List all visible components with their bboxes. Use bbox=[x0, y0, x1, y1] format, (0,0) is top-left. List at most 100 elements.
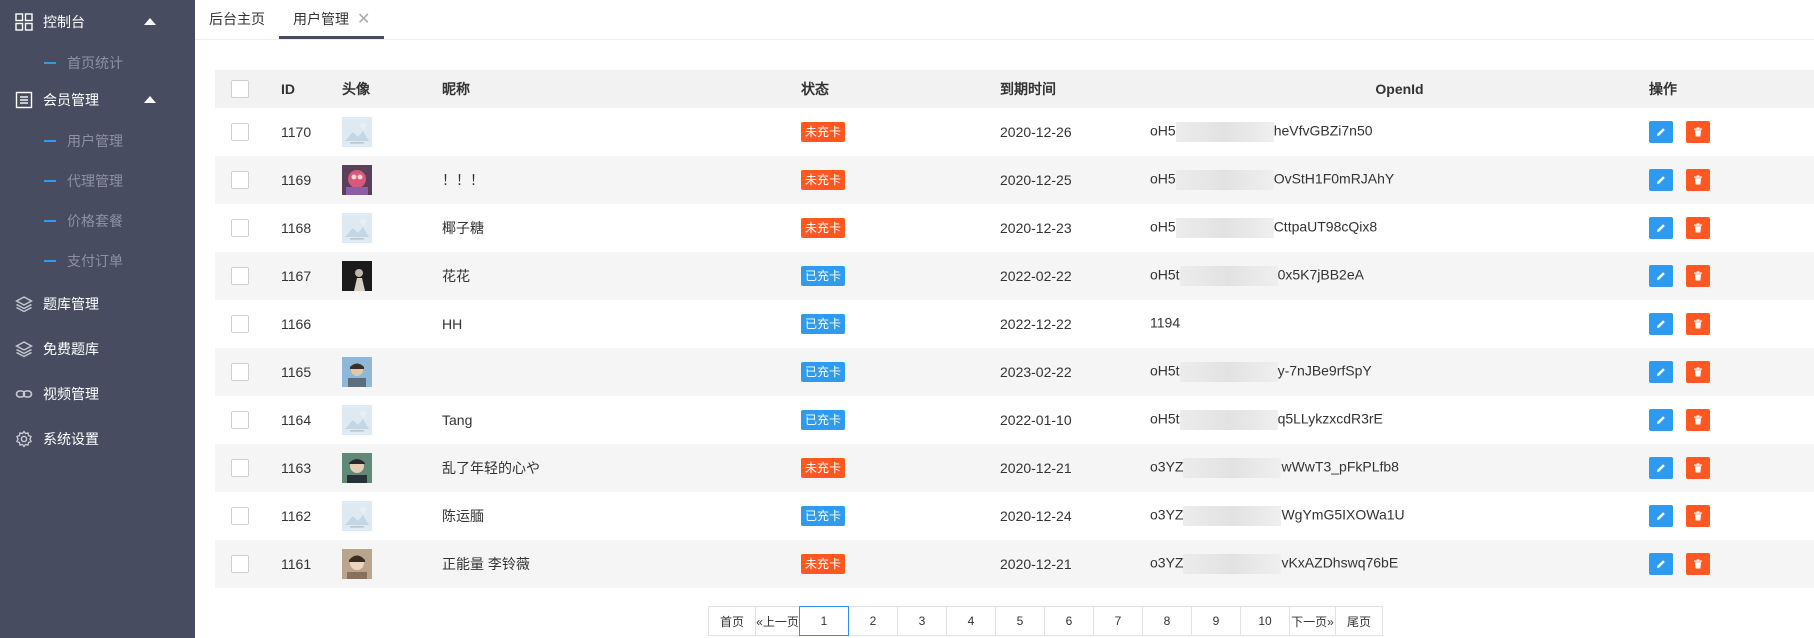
row-checkbox[interactable] bbox=[231, 219, 249, 238]
edit-button[interactable] bbox=[1649, 409, 1673, 431]
page-last[interactable]: 尾页 bbox=[1335, 606, 1383, 636]
edit-button[interactable] bbox=[1649, 217, 1673, 239]
cell-expire: 2020-12-24 bbox=[1000, 508, 1072, 524]
status-badge: 已充卡 bbox=[801, 362, 846, 382]
dash-icon bbox=[44, 180, 56, 182]
row-checkbox[interactable] bbox=[231, 171, 249, 190]
nav-question-bank[interactable]: 题库管理 bbox=[0, 281, 195, 326]
delete-button[interactable] bbox=[1686, 457, 1710, 479]
edit-button[interactable] bbox=[1649, 121, 1673, 143]
page-number[interactable]: 1 bbox=[799, 606, 849, 636]
edit-button[interactable] bbox=[1649, 313, 1673, 335]
pencil-icon bbox=[1657, 560, 1665, 568]
row-checkbox[interactable] bbox=[231, 555, 249, 574]
layers-icon bbox=[14, 339, 34, 359]
sidebar-item-agents[interactable]: 代理管理 bbox=[0, 161, 195, 201]
page-number[interactable]: 4 bbox=[946, 606, 996, 636]
tab-home[interactable]: 后台主页 bbox=[195, 0, 279, 39]
delete-button[interactable] bbox=[1686, 361, 1710, 383]
redacted-block bbox=[1179, 362, 1278, 382]
close-icon[interactable]: ✕ bbox=[357, 9, 370, 29]
delete-button[interactable] bbox=[1686, 217, 1710, 239]
cell-expire: 2020-12-21 bbox=[1000, 444, 1150, 492]
delete-button[interactable] bbox=[1686, 505, 1710, 527]
delete-button[interactable] bbox=[1686, 121, 1710, 143]
cell-openid: oH5t q5LLykzxcdR3rE bbox=[1150, 396, 1649, 444]
select-all-checkbox[interactable] bbox=[231, 80, 249, 99]
page-prev[interactable]: «上一页 bbox=[755, 606, 800, 636]
page-number[interactable]: 8 bbox=[1142, 606, 1192, 636]
nav-member[interactable]: 会员管理 bbox=[0, 83, 195, 117]
cell-nickname: 乱了年轻的心や bbox=[442, 444, 801, 492]
edit-button[interactable] bbox=[1649, 505, 1673, 527]
cell-nickname: 陈运腼 bbox=[442, 508, 484, 524]
page-number[interactable]: 10 bbox=[1240, 606, 1290, 636]
sidebar-item-users[interactable]: 用户管理 bbox=[0, 121, 195, 161]
main-content: 后台主页 用户管理 ✕ ID 头像 昵称 状态 到期时间 OpenId 操作 1… bbox=[195, 0, 1814, 638]
sidebar-item-label: 用户管理 bbox=[67, 133, 123, 149]
edit-button[interactable] bbox=[1649, 553, 1673, 575]
gear-icon bbox=[14, 429, 34, 449]
page-number[interactable]: 5 bbox=[995, 606, 1045, 636]
delete-button[interactable] bbox=[1686, 313, 1710, 335]
status-badge: 未充卡 bbox=[801, 170, 846, 190]
trash-icon bbox=[1694, 319, 1702, 329]
row-checkbox[interactable] bbox=[231, 267, 249, 286]
cell-expire: 2020-12-21 bbox=[1000, 540, 1150, 588]
redacted-block bbox=[1183, 506, 1282, 526]
cell-nickname: 花花 bbox=[442, 252, 801, 300]
cell-expire: 2023-02-22 bbox=[1000, 348, 1150, 396]
cell-nickname bbox=[442, 108, 801, 156]
page-first[interactable]: 首页 bbox=[708, 606, 756, 636]
nav-video[interactable]: 视频管理 bbox=[0, 371, 195, 416]
col-header-expire: 到期时间 bbox=[1000, 70, 1150, 108]
tab-user-management[interactable]: 用户管理 ✕ bbox=[279, 0, 385, 39]
openid-suffix: 0x5K7jBB2eA bbox=[1277, 266, 1364, 283]
row-checkbox[interactable] bbox=[231, 507, 249, 526]
page-number[interactable]: 3 bbox=[897, 606, 947, 636]
col-header-id[interactable]: ID bbox=[281, 70, 342, 108]
page-number[interactable]: 9 bbox=[1191, 606, 1241, 636]
page-number[interactable]: 2 bbox=[848, 606, 898, 636]
edit-button[interactable] bbox=[1649, 457, 1673, 479]
edit-button[interactable] bbox=[1649, 361, 1673, 383]
sidebar-item-price-plans[interactable]: 价格套餐 bbox=[0, 201, 195, 241]
nav-label: 题库管理 bbox=[43, 295, 99, 312]
cell-id: 1165 bbox=[281, 348, 342, 396]
delete-button[interactable] bbox=[1686, 553, 1710, 575]
row-checkbox[interactable] bbox=[231, 123, 249, 142]
row-checkbox[interactable] bbox=[231, 315, 249, 334]
table-row: 1164 Tang 已充卡 2022-01-10 oH5t q5LLykzxcdR… bbox=[215, 396, 1814, 444]
nav-settings[interactable]: 系统设置 bbox=[0, 416, 195, 461]
status-badge: 未充卡 bbox=[801, 458, 846, 478]
cell-nickname: HH bbox=[442, 316, 463, 332]
table-row: 1168 椰子糖 未充卡 2020-12-23 oH5 CttpaUT98cQix… bbox=[215, 204, 1814, 252]
page-next[interactable]: 下一页» bbox=[1289, 606, 1336, 636]
sidebar-item-home-stats[interactable]: 首页统计 bbox=[0, 43, 195, 83]
avatar bbox=[342, 549, 372, 579]
status-badge: 已充卡 bbox=[801, 410, 846, 430]
openid-prefix: oH5t bbox=[1150, 410, 1180, 427]
row-checkbox[interactable] bbox=[231, 459, 249, 478]
edit-button[interactable] bbox=[1649, 265, 1673, 287]
status-badge: 已充卡 bbox=[801, 314, 846, 334]
redacted-block bbox=[1175, 170, 1274, 190]
sidebar-item-payment-orders[interactable]: 支付订单 bbox=[0, 241, 195, 281]
sidebar-item-label: 首页统计 bbox=[67, 55, 123, 71]
table-row: 1161 正能量 李铃薇 未充卡 2020-12-21 o3YZ vKxAZDhs… bbox=[215, 540, 1814, 588]
page-number[interactable]: 7 bbox=[1093, 606, 1143, 636]
nav-free-bank[interactable]: 免费题库 bbox=[0, 326, 195, 371]
avatar bbox=[342, 453, 372, 483]
row-checkbox[interactable] bbox=[231, 411, 249, 430]
avatar bbox=[342, 405, 372, 435]
nav-console[interactable]: 控制台 bbox=[0, 0, 195, 43]
delete-button[interactable] bbox=[1686, 409, 1710, 431]
page-number[interactable]: 6 bbox=[1044, 606, 1094, 636]
edit-button[interactable] bbox=[1649, 169, 1673, 191]
tab-label: 后台主页 bbox=[209, 11, 265, 27]
table-row: 1165 已充卡 2023-02-22 oH5t y-7nJBe9rfSpY bbox=[215, 348, 1814, 396]
delete-button[interactable] bbox=[1686, 169, 1710, 191]
row-checkbox[interactable] bbox=[231, 363, 249, 382]
sidebar-item-label: 代理管理 bbox=[67, 173, 123, 189]
delete-button[interactable] bbox=[1686, 265, 1710, 287]
